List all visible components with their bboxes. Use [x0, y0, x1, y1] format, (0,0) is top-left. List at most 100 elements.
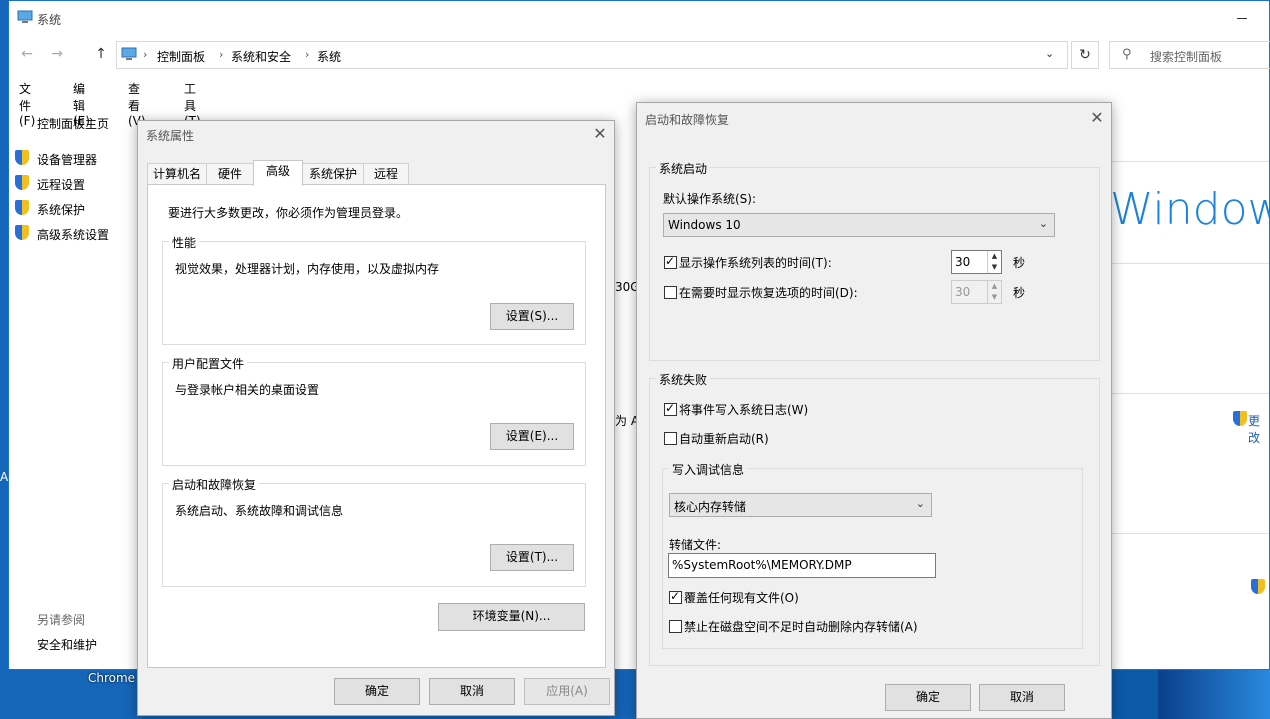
shield-icon — [15, 225, 29, 240]
control-panel-icon — [121, 47, 137, 60]
debug-info-group: 写入调试信息 核心内存转储 ⌄ 转储文件: %SystemRoot%\MEMOR… — [662, 461, 1083, 649]
disable-auto-delete-checkbox[interactable] — [669, 620, 682, 633]
control-panel-home-link[interactable]: 控制面板主页 — [37, 115, 109, 132]
dump-file-input[interactable]: %SystemRoot%\MEMORY.DMP — [668, 553, 936, 578]
system-startup-group: 系统启动 默认操作系统(S): Windows 10 ⌄ 显示操作系统列表的时间… — [649, 160, 1100, 361]
default-os-select[interactable]: Windows 10 ⌄ — [663, 213, 1055, 237]
disable-auto-delete-label: 禁止在磁盘空间不足时自动删除内存转储(A) — [684, 620, 918, 634]
tab-system-protection[interactable]: 系统保护 — [302, 163, 364, 185]
desktop-fragment: A — [0, 470, 9, 484]
forward-arrow-icon[interactable]: → — [47, 46, 67, 64]
cancel-button[interactable]: 取消 — [979, 684, 1065, 711]
performance-group: 性能 视觉效果，处理器计划，内存使用，以及虚拟内存 设置(S)... — [162, 234, 586, 345]
breadcrumb-system-security[interactable]: 系统和安全 — [231, 48, 291, 65]
chrome-desktop-label[interactable]: Chrome — [88, 671, 135, 685]
window-title: 系统 — [37, 13, 62, 27]
debug-info-value: 核心内存转储 — [674, 500, 747, 514]
breadcrumb-control-panel[interactable]: 控制面板 — [157, 48, 205, 65]
close-icon[interactable]: ✕ — [590, 124, 610, 144]
tab-remote[interactable]: 远程 — [363, 163, 409, 185]
auto-restart-checkbox[interactable] — [664, 432, 677, 445]
show-os-list-checkbox[interactable] — [664, 254, 677, 269]
shield-icon — [1251, 579, 1265, 594]
group-description: 系统启动、系统故障和调试信息 — [175, 504, 344, 518]
divider — [1109, 533, 1269, 534]
spin-down-icon[interactable]: ▼ — [987, 262, 1001, 273]
startup-recovery-group: 启动和故障恢复 系统启动、系统故障和调试信息 设置(T)... — [162, 476, 586, 587]
divider — [1109, 393, 1269, 394]
minimize-button[interactable] — [1237, 9, 1251, 23]
close-icon[interactable]: ✕ — [1087, 108, 1107, 128]
auto-restart-label: 自动重新启动(R) — [679, 432, 769, 446]
startup-recovery-dialog: 启动和故障恢复 ✕ 系统启动 默认操作系统(S): Windows 10 ⌄ 显… — [636, 102, 1112, 719]
back-arrow-icon[interactable]: ← — [17, 46, 37, 64]
performance-settings-button[interactable]: 设置(S)... — [490, 303, 574, 330]
show-os-list-label: 显示操作系统列表的时间(T): — [679, 256, 832, 270]
change-settings-link[interactable]: 更改 — [1248, 412, 1269, 446]
shield-icon — [15, 200, 29, 215]
system-protection-link[interactable]: 系统保护 — [37, 201, 85, 218]
dump-file-label: 转储文件: — [669, 538, 722, 552]
user-profiles-group: 用户配置文件 与登录帐户相关的桌面设置 设置(E)... — [162, 355, 586, 466]
advanced-settings-link[interactable]: 高级系统设置 — [37, 226, 109, 243]
overwrite-label: 覆盖任何现有文件(O) — [684, 591, 799, 605]
admin-note: 要进行大多数更改，你必须作为管理员登录。 — [168, 206, 409, 220]
startup-recovery-settings-button[interactable]: 设置(T)... — [490, 544, 574, 571]
shield-icon — [15, 175, 29, 190]
show-os-list-spinner[interactable]: 30 ▲ ▼ — [951, 250, 1002, 274]
address-bar[interactable]: › 控制面板 › 系统和安全 › 系统 ⌄ — [116, 41, 1068, 69]
computer-icon — [17, 10, 33, 23]
overwrite-checkbox[interactable] — [669, 589, 682, 604]
search-input[interactable]: ⚲ 搜索控制面板 — [1109, 41, 1270, 69]
tab-advanced[interactable]: 高级 — [253, 160, 303, 186]
ok-button[interactable]: 确定 — [334, 678, 420, 705]
group-label: 系统失败 — [656, 371, 711, 388]
remote-settings-link[interactable]: 远程设置 — [37, 176, 85, 193]
write-event-checkbox[interactable] — [664, 401, 677, 416]
environment-variables-button[interactable]: 环境变量(N)... — [438, 603, 585, 631]
see-also-heading: 另请参阅 — [37, 613, 86, 627]
seconds-unit: 秒 — [1013, 286, 1026, 300]
breadcrumb-system[interactable]: 系统 — [317, 48, 341, 65]
up-arrow-icon[interactable]: ↑ — [91, 46, 111, 64]
desktop-wallpaper — [1158, 670, 1270, 719]
breadcrumb-separator-icon: › — [219, 48, 224, 61]
divider — [1109, 161, 1269, 162]
spinner-value: 30 — [955, 255, 971, 269]
advanced-tab-panel: 要进行大多数更改，你必须作为管理员登录。 性能 视觉效果，处理器计划，内存使用，… — [147, 184, 606, 668]
breadcrumb-separator-icon: › — [305, 48, 310, 61]
debug-info-select[interactable]: 核心内存转储 ⌄ — [669, 493, 932, 517]
desktop-area — [1110, 670, 1158, 719]
device-manager-link[interactable]: 设备管理器 — [37, 151, 97, 168]
title-bar: 系统 — [9, 1, 1269, 37]
spin-up-icon[interactable]: ▲ — [987, 251, 1001, 262]
show-recovery-checkbox[interactable] — [664, 286, 677, 299]
group-label: 用户配置文件 — [169, 355, 248, 372]
ok-button[interactable]: 确定 — [885, 684, 971, 711]
tab-computer-name[interactable]: 计算机名 — [147, 163, 207, 185]
search-icon: ⚲ — [1122, 47, 1132, 62]
user-profiles-settings-button[interactable]: 设置(E)... — [490, 423, 574, 450]
default-os-value: Windows 10 — [668, 218, 741, 232]
group-description: 视觉效果，处理器计划，内存使用，以及虚拟内存 — [175, 262, 440, 276]
spin-up-icon: ▲ — [987, 281, 1001, 292]
group-label: 启动和故障恢复 — [169, 476, 260, 493]
apply-button[interactable]: 应用(A) — [524, 678, 610, 705]
cancel-button[interactable]: 取消 — [429, 678, 515, 705]
menu-file[interactable]: 文件(F) — [19, 80, 35, 128]
breadcrumb-separator-icon: › — [143, 48, 148, 61]
spin-down-icon: ▼ — [987, 292, 1001, 303]
refresh-button[interactable]: ↻ — [1071, 41, 1099, 69]
security-maintenance-link[interactable]: 安全和维护 — [37, 636, 97, 653]
chevron-down-icon: ⌄ — [915, 497, 925, 510]
chevron-down-icon[interactable]: ⌄ — [1045, 47, 1054, 60]
group-description: 与登录帐户相关的桌面设置 — [175, 383, 320, 397]
search-placeholder: 搜索控制面板 — [1150, 50, 1223, 64]
shield-icon — [15, 150, 29, 165]
divider — [1109, 263, 1269, 264]
group-label: 性能 — [169, 234, 200, 251]
dump-file-value: %SystemRoot%\MEMORY.DMP — [672, 558, 852, 572]
dialog-title: 系统属性 — [146, 129, 195, 143]
shield-icon — [1233, 411, 1247, 426]
tab-hardware[interactable]: 硬件 — [206, 163, 254, 185]
